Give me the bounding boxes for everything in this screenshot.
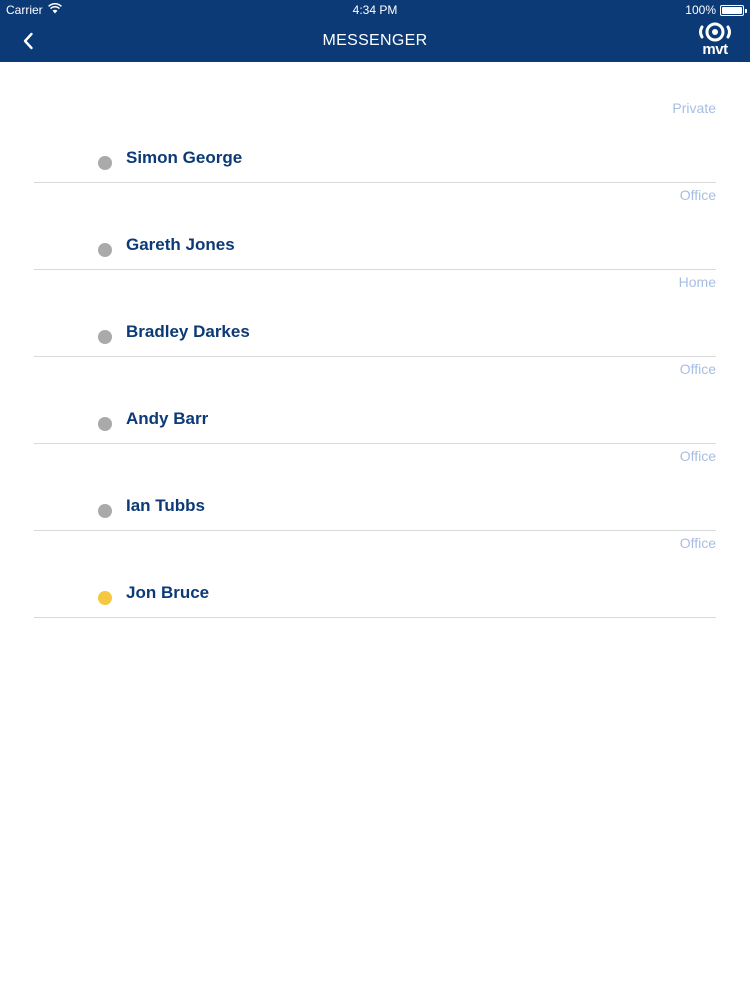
nav-bar: MESSENGER mvt: [0, 20, 750, 62]
contact-type: Office: [679, 187, 716, 203]
contact-name: Ian Tubbs: [126, 496, 206, 515]
contact-row-bradley-darkes[interactable]: Home Bradley Darkes: [34, 270, 716, 357]
contact-name: Andy Barr: [126, 409, 209, 428]
contact-type: Office: [679, 361, 716, 377]
mvt-logo-icon: [699, 22, 731, 42]
presence-dot-icon: [98, 504, 112, 518]
status-bar: Carrier 4:34 PM 100%: [0, 0, 750, 20]
contact-row-andy-barr[interactable]: Office Andy Barr: [34, 357, 716, 444]
battery-icon: [720, 4, 747, 16]
contact-type: Home: [678, 274, 716, 290]
presence-dot-icon: [98, 243, 112, 257]
contact-list: Private Simon George Office Gareth Jones…: [34, 96, 716, 618]
presence-dot-icon: [98, 417, 112, 431]
contact-row-jon-bruce[interactable]: Office Jon Bruce: [34, 531, 716, 618]
contact-row-gareth-jones[interactable]: Office Gareth Jones: [34, 183, 716, 270]
mvt-logo: mvt: [694, 22, 736, 60]
contact-type: Office: [679, 535, 716, 551]
battery-percent: 100%: [685, 3, 716, 17]
status-right: 100%: [685, 3, 747, 17]
contact-type: Office: [679, 448, 716, 464]
contact-name: Bradley Darkes: [126, 322, 250, 341]
contact-name: Simon George: [126, 148, 243, 167]
presence-dot-icon: [98, 156, 112, 170]
app-header: Carrier 4:34 PM 100% MESSENGER mvt: [0, 0, 750, 62]
logo-text: mvt: [702, 41, 728, 58]
contact-type: Private: [672, 100, 716, 116]
contact-row-ian-tubbs[interactable]: Office Ian Tubbs: [34, 444, 716, 531]
contact-name: Gareth Jones: [126, 235, 235, 254]
contact-row-simon-george[interactable]: Private Simon George: [34, 96, 716, 183]
presence-dot-icon: [98, 330, 112, 344]
presence-dot-icon: [98, 591, 112, 605]
status-time: 4:34 PM: [352, 3, 398, 17]
contact-name: Jon Bruce: [126, 583, 210, 602]
page-title: MESSENGER: [322, 32, 428, 49]
